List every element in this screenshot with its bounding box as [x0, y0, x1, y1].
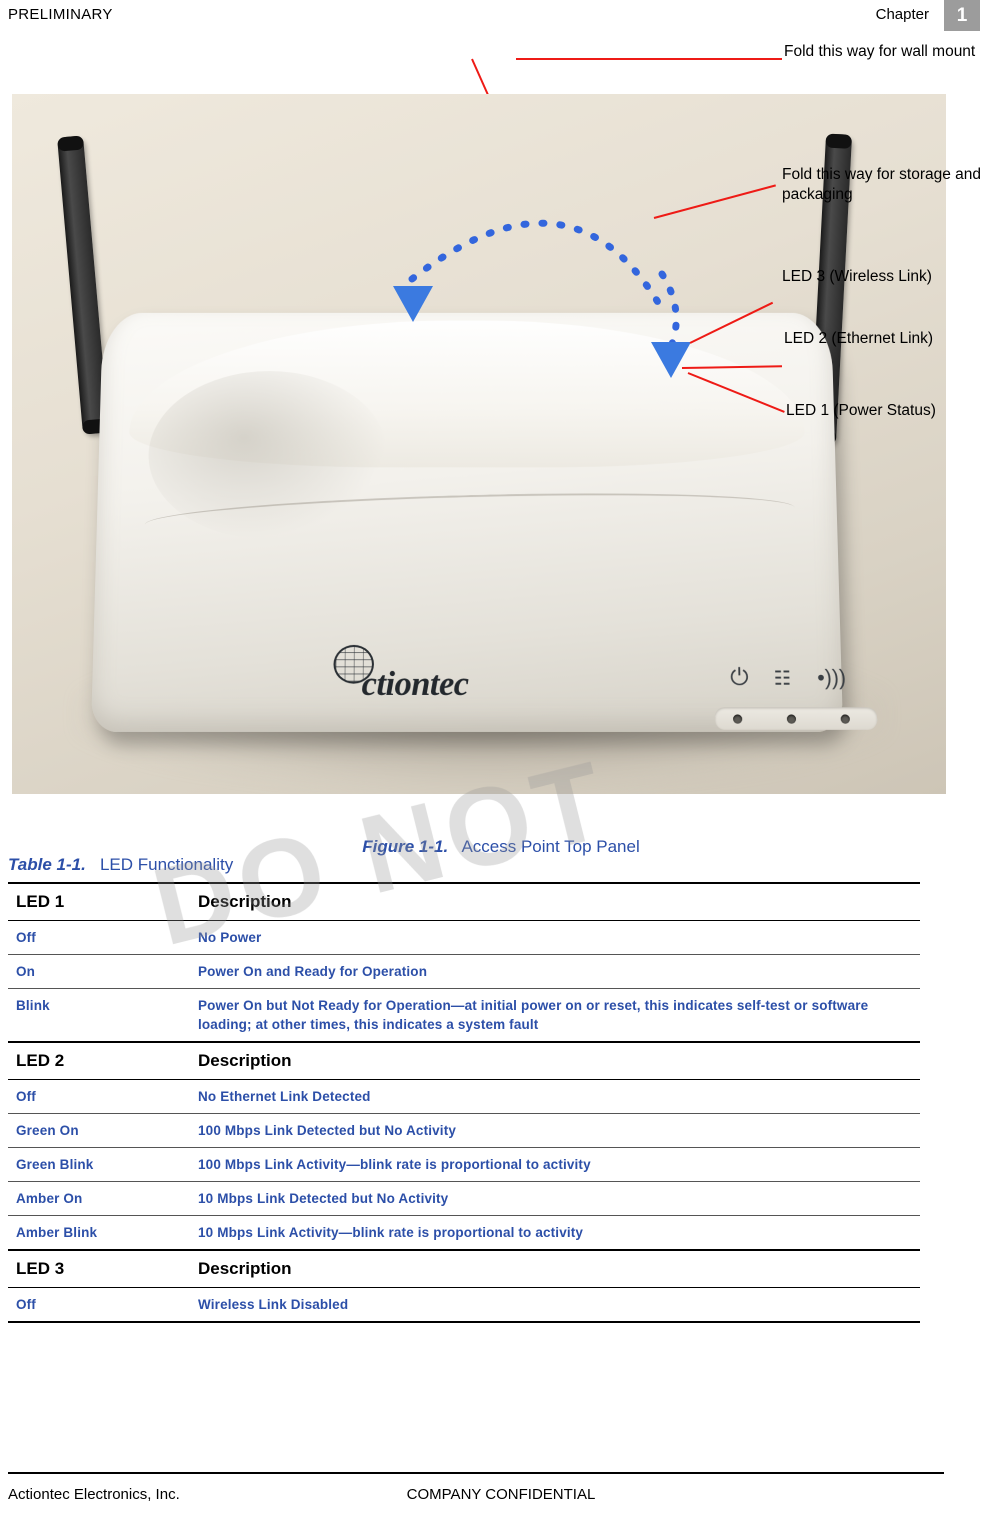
table-row: Off No Ethernet Link Detected: [8, 1079, 920, 1114]
footer-confidential: COMPANY CONFIDENTIAL: [406, 1486, 596, 1503]
table-caption-label: Table 1-1.: [8, 855, 86, 874]
table-cell-description: Power On but Not Ready for Operation—at …: [190, 988, 920, 1043]
table-cell-description: No Power: [190, 920, 920, 955]
table-cell-description: Wireless Link Disabled: [190, 1287, 920, 1323]
table-row: Off No Power: [8, 920, 920, 955]
figure-caption-label: Figure 1-1.: [362, 837, 449, 856]
callout-fold-storage: Fold this way for storage and packaging: [782, 166, 982, 203]
leader-line-fold-wall: [516, 58, 782, 60]
header-chapter-label: Chapter: [875, 6, 929, 23]
table-cell-description: 100 Mbps Link Detected but No Activity: [190, 1113, 920, 1148]
callout-fold-wall-mount: Fold this way for wall mount: [784, 43, 976, 60]
table-cell-description: 10 Mbps Link Detected but No Activity: [190, 1181, 920, 1216]
table-cell-state: Amber On: [8, 1181, 190, 1216]
table-header-cell: Description: [190, 1041, 920, 1080]
table-cell-state: Off: [8, 920, 190, 955]
table-cell-description: 10 Mbps Link Activity—blink rate is prop…: [190, 1215, 920, 1251]
table-cell-description: Power On and Ready for Operation: [190, 954, 920, 989]
table-cell-description: 100 Mbps Link Activity—blink rate is pro…: [190, 1147, 920, 1182]
table-cell-state: Green Blink: [8, 1147, 190, 1182]
table-header-row: LED 2 Description: [8, 1041, 920, 1080]
page-header: PRELIMINARY Chapter 1: [0, 0, 1002, 34]
figure-area: Fold this way for wall mount ctiontec ⏻ …: [0, 37, 1002, 856]
table-cell-state: On: [8, 954, 190, 989]
table-cell-state: Blink: [8, 988, 190, 1043]
table-row: Blink Power On but Not Ready for Operati…: [8, 988, 920, 1043]
table-cell-state: Off: [8, 1079, 190, 1114]
table-header-row: LED 1 Description: [8, 882, 920, 921]
table-header-cell: LED 1: [8, 882, 190, 921]
table-row: Green Blink 100 Mbps Link Activity—blink…: [8, 1147, 920, 1182]
header-preliminary-label: PRELIMINARY: [8, 6, 113, 23]
callout-led1: LED 1 (Power Status): [786, 402, 936, 419]
callout-led2: LED 2 (Ethernet Link): [784, 330, 934, 347]
table-header-cell: Description: [190, 882, 920, 921]
table-caption-text: LED Functionality: [99, 855, 234, 874]
table-cell-state: Off: [8, 1287, 190, 1323]
table-caption: Table 1-1. LED Functionality: [8, 855, 233, 875]
table-header-cell: LED 3: [8, 1249, 190, 1288]
callout-led3: LED 3 (Wireless Link): [782, 268, 932, 285]
table-cell-description: No Ethernet Link Detected: [190, 1079, 920, 1114]
header-chapter-number: 1: [944, 0, 980, 31]
table-cell-state: Amber Blink: [8, 1215, 190, 1251]
table-header-cell: LED 2: [8, 1041, 190, 1080]
table-header-cell: Description: [190, 1249, 920, 1288]
footer-divider: [8, 1472, 944, 1474]
table-row: Green On 100 Mbps Link Detected but No A…: [8, 1113, 920, 1148]
table-row: Off Wireless Link Disabled: [8, 1287, 920, 1323]
figure-caption-text: Access Point Top Panel: [461, 837, 640, 856]
table-row: Amber Blink 10 Mbps Link Activity—blink …: [8, 1215, 920, 1251]
table-header-row: LED 3 Description: [8, 1249, 920, 1288]
figure-caption: Figure 1-1. Access Point Top Panel: [0, 837, 1002, 857]
table-row: On Power On and Ready for Operation: [8, 954, 920, 989]
table-row: Amber On 10 Mbps Link Detected but No Ac…: [8, 1181, 920, 1216]
table-cell-state: Green On: [8, 1113, 190, 1148]
led-functionality-table: LED 1 Description Off No Power On Power …: [8, 882, 920, 1323]
